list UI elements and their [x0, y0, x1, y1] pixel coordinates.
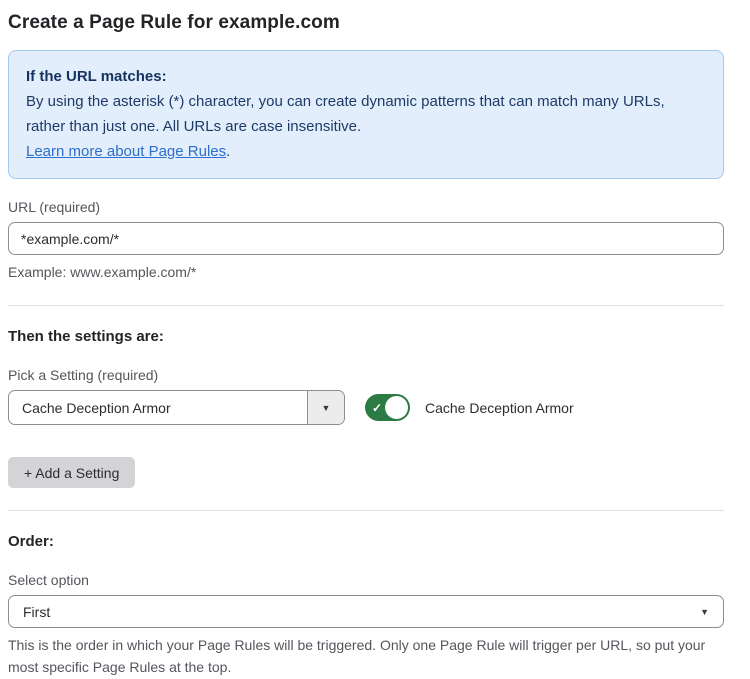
url-match-info-box: If the URL matches: By using the asteris…	[8, 50, 724, 179]
setting-dropdown[interactable]: Cache Deception Armor ▼	[8, 390, 345, 425]
info-box-link-line: Learn more about Page Rules.	[26, 139, 706, 164]
order-section-heading: Order:	[8, 533, 724, 550]
setting-dropdown-value: Cache Deception Armor	[9, 391, 307, 424]
info-box-heading: If the URL matches:	[26, 64, 706, 89]
url-field-label: URL (required)	[8, 199, 724, 215]
learn-more-link[interactable]: Learn more about Page Rules	[26, 143, 226, 160]
link-suffix: .	[226, 143, 230, 160]
order-dropdown-value: First	[23, 604, 700, 620]
toggle-knob	[385, 396, 408, 419]
url-input[interactable]	[8, 222, 724, 255]
check-icon: ✓	[372, 402, 382, 414]
url-example-text: Example: www.example.com/*	[8, 261, 724, 283]
order-help-text: This is the order in which your Page Rul…	[8, 634, 724, 678]
divider	[8, 305, 724, 306]
chevron-down-icon: ▼	[700, 607, 709, 617]
info-box-body: By using the asterisk (*) character, you…	[26, 89, 706, 139]
page-title: Create a Page Rule for example.com	[8, 12, 724, 34]
add-setting-button[interactable]: + Add a Setting	[8, 457, 135, 488]
chevron-down-icon: ▼	[322, 403, 331, 413]
cache-deception-armor-toggle[interactable]: ✓	[365, 394, 410, 421]
setting-picker-label: Pick a Setting (required)	[8, 367, 724, 383]
toggle-label: Cache Deception Armor	[425, 400, 574, 416]
setting-row: Cache Deception Armor ▼ ✓ Cache Deceptio…	[8, 390, 724, 425]
divider	[8, 510, 724, 511]
settings-section-heading: Then the settings are:	[8, 328, 724, 345]
order-select-label: Select option	[8, 572, 724, 588]
order-dropdown[interactable]: First ▼	[8, 595, 724, 628]
setting-dropdown-arrow-button[interactable]: ▼	[307, 391, 344, 424]
page-rule-form: Create a Page Rule for example.com If th…	[0, 0, 750, 679]
